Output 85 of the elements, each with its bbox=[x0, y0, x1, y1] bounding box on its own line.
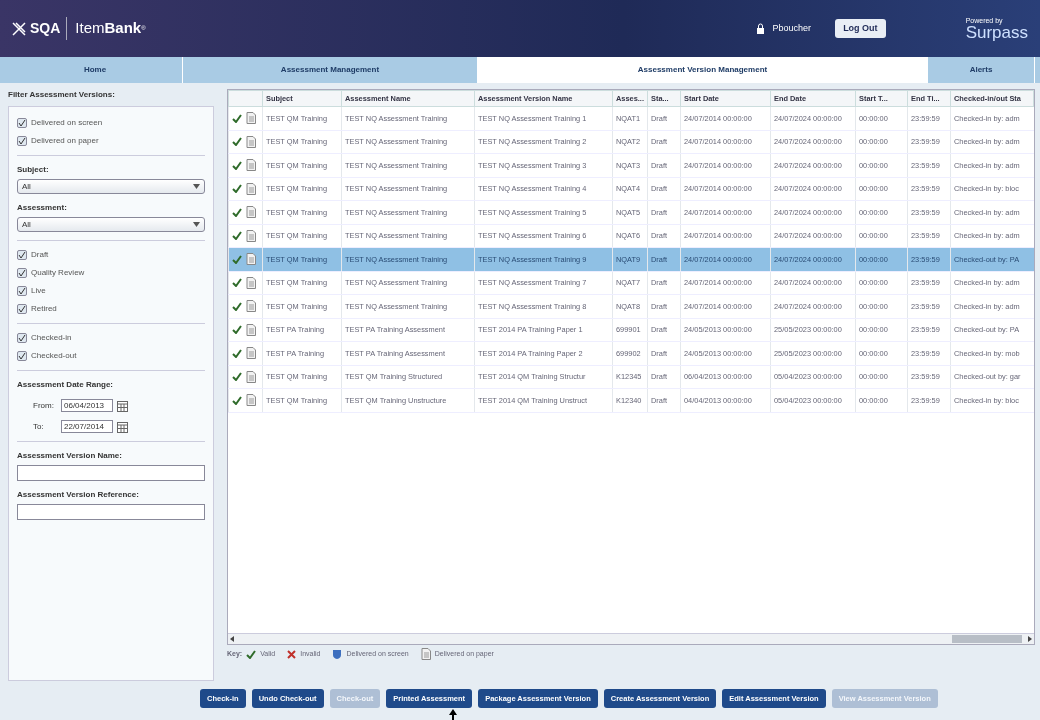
checkbox-label: Live bbox=[31, 285, 46, 297]
check-icon bbox=[232, 184, 242, 194]
field-label: From: bbox=[33, 399, 55, 412]
checkmark-icon bbox=[18, 137, 26, 145]
checkmark-icon bbox=[18, 287, 26, 295]
document-icon bbox=[246, 347, 256, 360]
lock-icon bbox=[755, 23, 765, 34]
logo-cross-icon bbox=[12, 21, 26, 36]
document-icon bbox=[246, 206, 256, 219]
document-icon bbox=[246, 394, 256, 407]
text-field[interactable] bbox=[17, 504, 205, 520]
checkmark-icon bbox=[18, 251, 26, 259]
document-icon bbox=[246, 112, 256, 125]
calendar-icon bbox=[117, 399, 128, 412]
document-icon bbox=[246, 182, 256, 195]
checkbox-label: Checked-in bbox=[31, 332, 72, 344]
dropdown[interactable]: All bbox=[17, 179, 205, 194]
scroll-left-icon bbox=[228, 635, 236, 643]
checkmark-icon bbox=[18, 334, 26, 342]
document-icon bbox=[246, 323, 256, 336]
check-icon bbox=[232, 395, 242, 405]
checkbox[interactable] bbox=[17, 136, 27, 146]
field-label: Assessment Version Reference: bbox=[17, 489, 140, 501]
checkbox[interactable] bbox=[17, 118, 27, 128]
check-icon bbox=[232, 278, 242, 288]
checkmark-icon bbox=[18, 352, 26, 360]
check-icon bbox=[232, 207, 242, 217]
logo-text: SQA bbox=[30, 19, 61, 38]
check-icon bbox=[232, 372, 242, 382]
checkbox-label: Delivered on paper bbox=[31, 135, 99, 147]
checkbox-label: Checked-out bbox=[31, 350, 77, 362]
cross-icon bbox=[287, 649, 297, 659]
checkbox[interactable] bbox=[17, 286, 27, 296]
document-icon bbox=[246, 159, 256, 172]
text-field[interactable] bbox=[17, 465, 205, 481]
check-icon bbox=[246, 649, 257, 659]
horizontal-scrollbar[interactable] bbox=[228, 633, 1034, 644]
field-label: To: bbox=[33, 420, 45, 433]
check-icon bbox=[232, 231, 242, 241]
checkbox-label: Retired bbox=[31, 303, 57, 315]
brand-name: Surpass bbox=[965, 23, 1028, 41]
check-icon bbox=[232, 348, 242, 358]
cursor-icon bbox=[449, 709, 457, 720]
checkbox-label: Draft bbox=[31, 249, 49, 261]
check-icon bbox=[232, 137, 242, 147]
checkmark-icon bbox=[18, 305, 26, 313]
scrollbar-thumb[interactable] bbox=[952, 635, 1022, 643]
user-name: Pboucher bbox=[772, 21, 812, 35]
dropdown[interactable]: All bbox=[17, 217, 205, 232]
checkbox[interactable] bbox=[17, 333, 27, 343]
document-icon bbox=[246, 276, 256, 289]
check-icon bbox=[232, 113, 242, 123]
logout-button[interactable]: Log Out bbox=[835, 18, 886, 39]
calendar-icon bbox=[117, 420, 128, 433]
checkbox-label: Delivered on screen bbox=[31, 117, 103, 129]
field-label: Subject: bbox=[17, 164, 50, 176]
caret-icon bbox=[193, 222, 200, 227]
check-icon bbox=[232, 160, 242, 170]
field-label: Assessment: bbox=[17, 202, 68, 214]
field-label: Assessment Version Name: bbox=[17, 450, 123, 462]
check-icon bbox=[232, 254, 242, 264]
field-label: Assessment Date Range: bbox=[17, 379, 115, 391]
product-name: ItemBank$^{®}$ bbox=[66, 17, 146, 40]
document-icon bbox=[246, 370, 256, 383]
document-icon bbox=[420, 648, 431, 660]
document-icon bbox=[246, 300, 256, 313]
check-icon bbox=[232, 301, 242, 311]
document-icon bbox=[246, 135, 256, 148]
checkbox[interactable] bbox=[17, 351, 27, 361]
date-field[interactable]: 22/07/2014 bbox=[61, 420, 113, 433]
checkbox-label: Quality Review bbox=[31, 267, 85, 279]
caret-icon bbox=[193, 184, 200, 189]
date-field[interactable]: 06/04/2013 bbox=[61, 399, 113, 412]
checkbox[interactable] bbox=[17, 304, 27, 314]
document-icon bbox=[246, 229, 256, 242]
checkbox[interactable] bbox=[17, 250, 27, 260]
checkbox[interactable] bbox=[17, 268, 27, 278]
checkmark-icon bbox=[18, 269, 26, 277]
check-icon bbox=[232, 325, 242, 335]
shield-icon bbox=[332, 648, 343, 660]
tab[interactable]: Assessment Version Management bbox=[478, 57, 928, 83]
checkmark-icon bbox=[18, 119, 26, 127]
scroll-right-icon bbox=[1026, 635, 1034, 643]
filter-title: Filter Assessment Versions: bbox=[8, 89, 116, 101]
document-icon bbox=[246, 253, 256, 266]
